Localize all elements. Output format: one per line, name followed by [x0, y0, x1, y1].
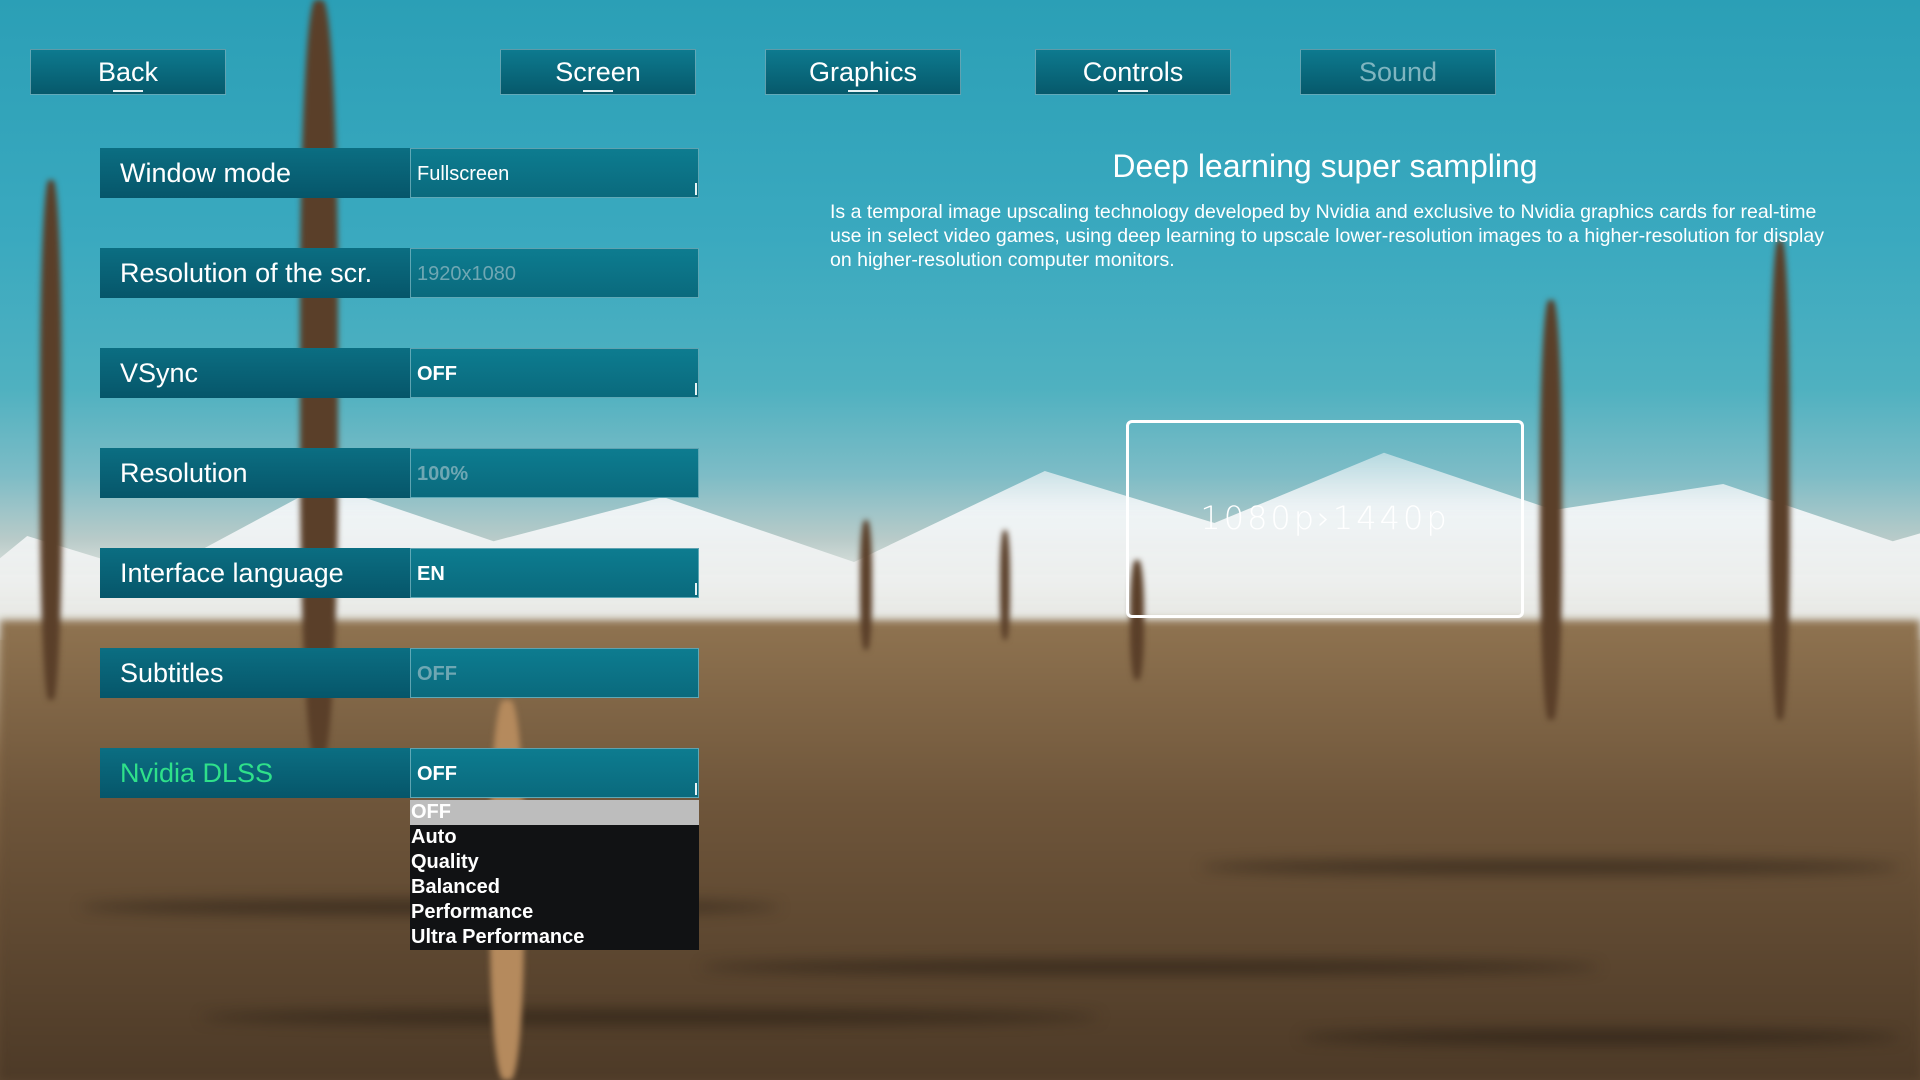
setting-label: Resolution: [100, 448, 410, 498]
setting-window-mode: Window mode Fullscreen: [100, 148, 699, 198]
setting-resolution: Resolution 100%: [100, 448, 699, 498]
dropdown-option-auto[interactable]: Auto: [410, 825, 699, 850]
back-button[interactable]: Back: [30, 49, 226, 95]
setting-label: Nvidia DLSS: [100, 748, 410, 798]
description-title: Deep learning super sampling: [1112, 148, 1538, 184]
back-button-label: Back: [97, 57, 159, 87]
setting-value: EN: [417, 563, 445, 585]
setting-label: Subtitles: [100, 648, 410, 698]
tab-graphics[interactable]: Graphics: [765, 49, 961, 95]
dropdown-option-quality[interactable]: Quality: [410, 850, 699, 875]
setting-value: 1920x1080: [417, 263, 516, 285]
setting-value: OFF: [417, 663, 457, 685]
tab-graphics-label: Graphics: [808, 57, 918, 87]
screen-resolution-select[interactable]: 1920x1080: [410, 248, 699, 298]
setting-subtitles: Subtitles OFF: [100, 648, 699, 698]
nvidia-dlss-select[interactable]: OFF: [410, 748, 699, 798]
setting-nvidia-dlss: Nvidia DLSS OFF: [100, 748, 699, 798]
setting-label: Interface language: [100, 548, 410, 598]
setting-value: OFF: [417, 763, 457, 785]
resolution-scale-select[interactable]: 100%: [410, 448, 699, 498]
setting-vsync: VSync OFF: [100, 348, 699, 398]
interface-language-select[interactable]: EN: [410, 548, 699, 598]
tab-screen[interactable]: Screen: [500, 49, 696, 95]
tab-sound-label: Sound: [1358, 57, 1438, 87]
tab-screen-label: Screen: [555, 57, 641, 87]
dropdown-option-performance[interactable]: Performance: [410, 900, 699, 925]
tab-controls-label: Controls: [1082, 57, 1184, 87]
dlss-preview-frame: 1080p›1440p: [1126, 420, 1524, 618]
snowy-mountains: [0, 452, 1920, 640]
dlss-preview-text: 1080p›1440p: [1200, 499, 1450, 537]
setting-label: Resolution of the scr.: [100, 248, 410, 298]
vsync-select[interactable]: OFF: [410, 348, 699, 398]
setting-label: VSync: [100, 348, 410, 398]
dropdown-option-balanced[interactable]: Balanced: [410, 875, 699, 900]
dropdown-option-ultra-performance[interactable]: Ultra Performance: [410, 925, 699, 950]
dlss-dropdown-list: OFF Auto Quality Balanced Performance Ul…: [410, 800, 699, 950]
setting-screen-resolution: Resolution of the scr. 1920x1080: [100, 248, 699, 298]
setting-value: Fullscreen: [417, 163, 510, 185]
dropdown-option-off[interactable]: OFF: [410, 800, 699, 825]
setting-value: OFF: [417, 363, 457, 385]
setting-interface-language: Interface language EN: [100, 548, 699, 598]
description-body: Is a temporal image upscaling technology…: [830, 201, 1824, 271]
window-mode-select[interactable]: Fullscreen: [410, 148, 699, 198]
tab-sound[interactable]: Sound: [1300, 49, 1496, 95]
setting-label: Window mode: [100, 148, 410, 198]
subtitles-select[interactable]: OFF: [410, 648, 699, 698]
setting-value: 100%: [417, 463, 469, 485]
tab-controls[interactable]: Controls: [1035, 49, 1231, 95]
